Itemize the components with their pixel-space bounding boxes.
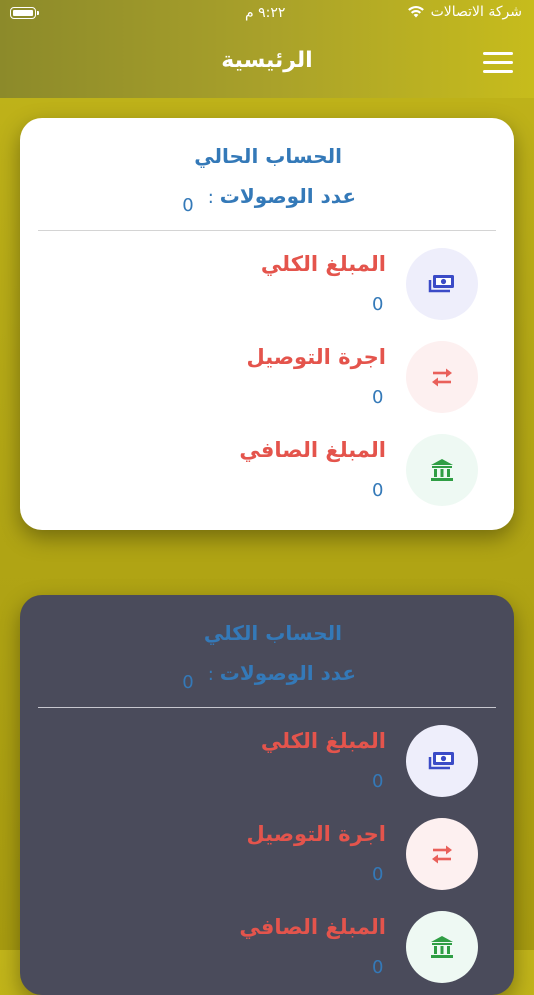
net-amount-row: المبلغ الصافي 0 bbox=[20, 911, 514, 991]
row-label: المبلغ الكلي bbox=[260, 729, 386, 753]
bank-icon bbox=[406, 911, 478, 983]
carrier-group: شركة الاتصالات bbox=[407, 4, 522, 20]
receipts-count-value: 0 bbox=[182, 195, 194, 216]
carrier-name: شركة الاتصالات bbox=[430, 4, 522, 20]
battery-icon bbox=[10, 7, 39, 19]
row-label: المبلغ الصافي bbox=[239, 438, 386, 462]
row-value: 0 bbox=[372, 480, 384, 501]
receipts-count-label: عدد الوصولات bbox=[219, 661, 356, 685]
exchange-icon bbox=[406, 818, 478, 890]
row-value: 0 bbox=[372, 864, 384, 885]
status-bar: ٩:٢٢ م شركة الاتصالات bbox=[0, 0, 534, 28]
receipts-count: عدد الوصولات:0 bbox=[182, 184, 356, 216]
row-value: 0 bbox=[372, 294, 384, 315]
status-time: ٩:٢٢ م bbox=[245, 5, 286, 21]
money-icon bbox=[406, 248, 478, 320]
menu-icon-bar bbox=[483, 70, 513, 73]
row-label: المبلغ الكلي bbox=[260, 252, 386, 276]
top-bar: ٩:٢٢ م شركة الاتصالات الرئيسية bbox=[0, 0, 534, 98]
delivery-fee-row: اجرة التوصيل 0 bbox=[20, 341, 514, 421]
receipts-count-sep: : bbox=[207, 664, 214, 685]
receipts-count: عدد الوصولات:0 bbox=[182, 661, 356, 693]
row-value: 0 bbox=[372, 387, 384, 408]
receipts-count-value: 0 bbox=[182, 672, 194, 693]
card-title: الحساب الحالي bbox=[194, 144, 342, 168]
bank-icon bbox=[406, 434, 478, 506]
wifi-icon bbox=[407, 6, 424, 18]
exchange-icon bbox=[406, 341, 478, 413]
page-title: الرئيسية bbox=[221, 48, 313, 73]
delivery-fee-row: اجرة التوصيل 0 bbox=[20, 818, 514, 898]
row-value: 0 bbox=[372, 771, 384, 792]
receipts-count-label: عدد الوصولات bbox=[219, 184, 356, 208]
menu-icon bbox=[483, 52, 513, 55]
money-icon bbox=[406, 725, 478, 797]
total-account-card: الحساب الكلي عدد الوصولات:0 المبلغ الكلي… bbox=[20, 595, 514, 995]
card-title: الحساب الكلي bbox=[203, 621, 342, 645]
menu-button[interactable] bbox=[483, 52, 513, 74]
total-amount-row: المبلغ الكلي 0 bbox=[20, 725, 514, 805]
divider bbox=[38, 230, 496, 231]
total-amount-row: المبلغ الكلي 0 bbox=[20, 248, 514, 328]
menu-icon-bar bbox=[483, 61, 513, 64]
current-account-card: الحساب الحالي عدد الوصولات:0 المبلغ الكل… bbox=[20, 118, 514, 530]
net-amount-row: المبلغ الصافي 0 bbox=[20, 434, 514, 514]
row-label: اجرة التوصيل bbox=[246, 822, 386, 846]
row-label: اجرة التوصيل bbox=[246, 345, 386, 369]
divider bbox=[38, 707, 496, 708]
row-value: 0 bbox=[372, 957, 384, 978]
receipts-count-sep: : bbox=[207, 187, 214, 208]
row-label: المبلغ الصافي bbox=[239, 915, 386, 939]
